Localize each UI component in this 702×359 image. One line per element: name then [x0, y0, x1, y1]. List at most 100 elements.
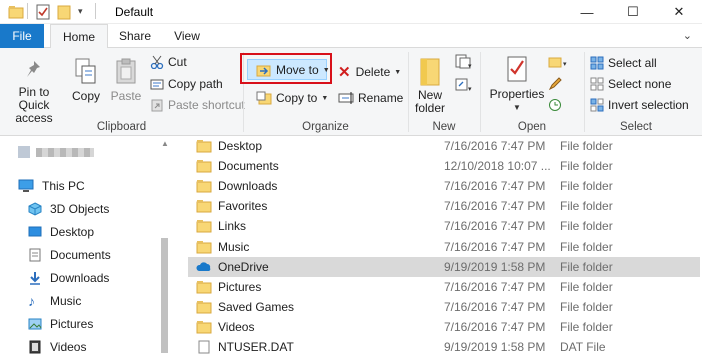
select-all-icon [590, 56, 604, 70]
folder-icon [196, 220, 212, 233]
copy-path-button[interactable]: Copy path [150, 77, 223, 91]
file-row[interactable]: Desktop 7/16/2016 7:47 PM File folder [188, 136, 700, 156]
file-name-cell[interactable]: Saved Games [196, 300, 294, 314]
invert-selection-icon [590, 98, 604, 112]
file-row[interactable]: Documents 12/10/2018 10:07 ... File folder [188, 156, 700, 176]
nav-item-videos[interactable]: Videos [28, 336, 86, 358]
file-name-cell[interactable]: Desktop [196, 139, 262, 153]
select-none-label: Select none [608, 77, 672, 91]
nav-scrollbar-thumb[interactable] [161, 238, 168, 353]
nav-item-downloads[interactable]: Downloads [28, 267, 109, 289]
copy-button[interactable]: Copy [68, 57, 104, 103]
move-to-highlight-box [240, 53, 332, 84]
file-date-modified: 7/16/2016 7:47 PM [444, 239, 546, 254]
paste-button[interactable]: Paste [108, 57, 144, 103]
nav-scroll-up-icon[interactable]: ▲ [161, 139, 169, 148]
file-name-cell[interactable]: Pictures [196, 280, 261, 294]
close-button[interactable]: ✕ [656, 0, 702, 24]
expand-ribbon-icon[interactable]: ⌄ [683, 29, 692, 42]
maximize-button[interactable]: ☐ [610, 0, 656, 24]
pin-label-line1: Pin to Quick [18, 85, 50, 112]
file-date-modified: 7/16/2016 7:47 PM [444, 199, 546, 214]
file-name: Links [218, 219, 247, 234]
file-type: File folder [560, 259, 613, 274]
properties-quick-icon[interactable] [36, 4, 50, 20]
file-row[interactable]: Pictures 7/16/2016 7:47 PM File folder [188, 277, 700, 297]
svg-text:▾: ▾ [563, 61, 567, 68]
tab-home[interactable]: Home [50, 24, 108, 49]
paste-shortcut-button[interactable]: Paste shortcut [150, 98, 245, 112]
copy-icon [75, 58, 96, 84]
file-name-cell[interactable]: Music [196, 240, 249, 254]
delete-dropdown-arrow-icon: ▼ [394, 68, 402, 76]
new-folder-quick-icon[interactable] [57, 4, 71, 20]
delete-label: Delete [355, 65, 391, 79]
file-name: Desktop [218, 139, 263, 153]
tab-share[interactable]: Share [110, 24, 160, 48]
file-row[interactable]: Saved Games 7/16/2016 7:47 PM File folder [188, 297, 700, 317]
rename-button[interactable]: Rename [338, 91, 403, 105]
edit-icon[interactable] [548, 77, 562, 91]
properties-icon [507, 56, 527, 82]
file-row[interactable]: Videos 7/16/2016 7:47 PM File folder [188, 317, 700, 337]
history-icon[interactable] [548, 98, 562, 112]
blurred-entry[interactable] [36, 148, 94, 157]
file-name-cell[interactable]: Downloads [196, 179, 277, 193]
file-date-modified: 12/10/2018 10:07 ... [444, 159, 551, 174]
properties-button[interactable]: Properties ▼ [488, 55, 546, 114]
customize-quick-access-icon[interactable]: ▾ [78, 6, 83, 17]
easy-access-icon[interactable]: ▾ [454, 77, 474, 93]
nav-label: Pictures [50, 317, 94, 331]
select-all-button[interactable]: Select all [590, 56, 657, 70]
file-row[interactable]: OneDrive 9/19/2019 1:58 PM File folder [188, 256, 700, 277]
copy-label: Copy [71, 89, 100, 103]
file-name: Videos [218, 319, 255, 334]
file-type: File folder [560, 319, 613, 334]
3d-objects-icon [28, 202, 42, 216]
file-row[interactable]: Links 7/16/2016 7:47 PM File folder [188, 216, 700, 236]
file-name-cell[interactable]: NTUSER.DAT [196, 340, 294, 354]
organize-group-label: Organize [302, 121, 349, 133]
nav-item-3d-objects[interactable]: 3D Objects [28, 198, 109, 220]
nav-item-desktop[interactable]: Desktop [28, 221, 94, 243]
file-name: Documents [218, 159, 279, 174]
tab-file[interactable]: File [0, 24, 44, 48]
folder-icon [196, 180, 212, 193]
nav-label: Desktop [50, 225, 95, 239]
downloads-icon [30, 272, 40, 285]
file-row[interactable]: Downloads 7/16/2016 7:47 PM File folder [188, 176, 700, 196]
nav-item-pictures[interactable]: Pictures [28, 313, 93, 335]
new-group-label: New [432, 121, 456, 133]
file-name-cell[interactable]: OneDrive [196, 260, 269, 274]
pin-to-quick-access-button[interactable]: Pin to Quick access [2, 59, 66, 125]
new-folder-button[interactable]: New folder [410, 56, 450, 115]
tab-view[interactable]: View [163, 24, 211, 48]
delete-button[interactable]: ✕ Delete ▼ [338, 63, 401, 81]
file-row[interactable]: NTUSER.DAT 9/19/2019 1:58 PM DAT File [188, 337, 700, 357]
file-row[interactable]: Favorites 7/16/2016 7:47 PM File folder [188, 196, 700, 216]
select-none-button[interactable]: Select none [590, 77, 671, 91]
nav-item-documents[interactable]: Documents [28, 244, 111, 266]
file-name-cell[interactable]: Links [196, 219, 246, 233]
file-type: DAT File [560, 340, 606, 354]
file-name-cell[interactable]: Videos [196, 320, 254, 334]
file-row[interactable]: Music 7/16/2016 7:47 PM File folder [188, 237, 700, 257]
select-all-label: Select all [608, 56, 657, 70]
folder-icon [196, 320, 212, 334]
minimize-button[interactable]: — [564, 0, 610, 24]
nav-item-this-pc[interactable]: This PC [18, 175, 85, 197]
file-name-cell[interactable]: Documents [196, 159, 279, 173]
invert-selection-button[interactable]: Invert selection [590, 98, 689, 112]
cut-button[interactable]: Cut [150, 55, 187, 69]
open-icon[interactable]: ▾ [548, 55, 570, 69]
new-item-icon[interactable]: ▾ [454, 54, 474, 70]
select-group-label: Select [620, 121, 652, 133]
copy-to-button[interactable]: Copy to ▼ [256, 91, 328, 105]
file-type: File folder [560, 199, 613, 214]
file-name: NTUSER.DAT [218, 340, 294, 354]
pictures-icon [28, 318, 42, 330]
properties-label: Properties [489, 87, 545, 101]
nav-item-music[interactable]: ♪ Music [28, 290, 81, 312]
this-pc-icon [18, 179, 34, 192]
file-name-cell[interactable]: Favorites [196, 199, 267, 213]
